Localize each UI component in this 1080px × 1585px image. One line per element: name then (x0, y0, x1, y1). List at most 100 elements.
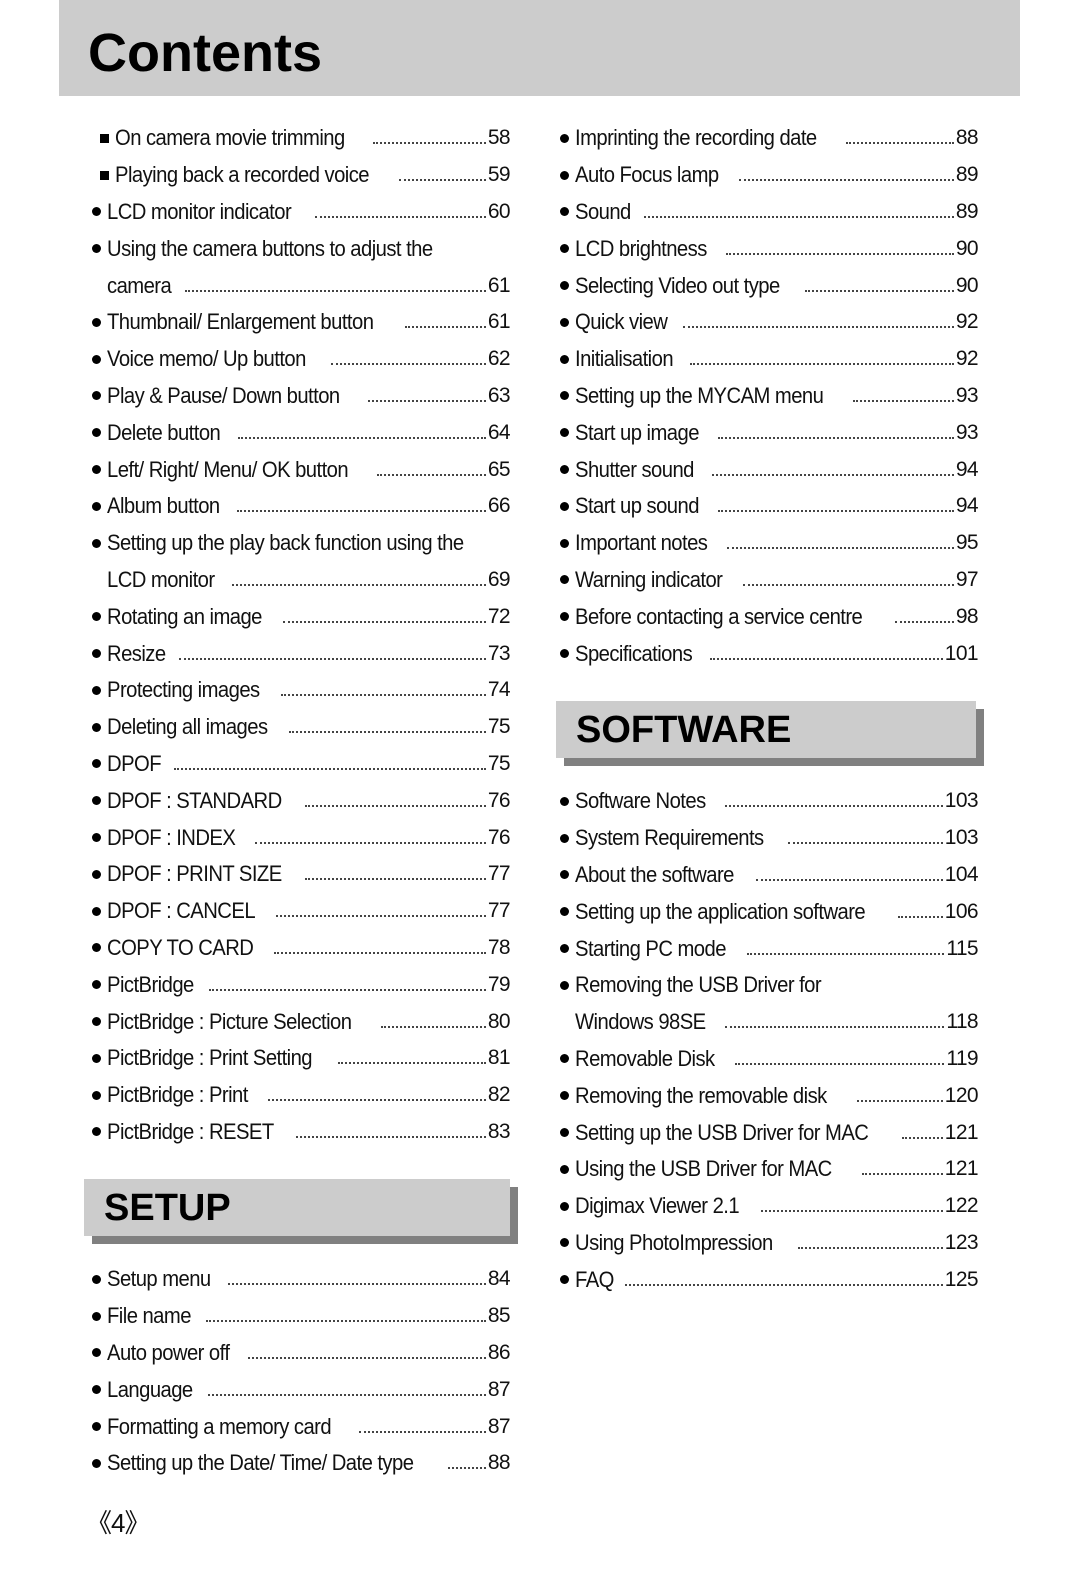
toc-entry[interactable]: System Requirements 103 (560, 820, 979, 857)
bullet-icon (92, 391, 101, 401)
dot-leader (296, 1135, 486, 1138)
toc-entry[interactable]: Removable Disk 119 (560, 1041, 979, 1078)
toc-entry-line: Windows 98SE 118 (560, 1004, 979, 1041)
toc-entry[interactable]: Deleting all images 75 (92, 709, 511, 746)
toc-entry[interactable]: Imprinting the recording date 88 (560, 120, 979, 157)
toc-entry-page: 103 (944, 789, 979, 813)
toc-entry[interactable]: DPOF : CANCEL 77 (92, 893, 511, 930)
toc-entry[interactable]: About the software 104 (560, 857, 979, 894)
toc-entry[interactable]: Quick view 92 (560, 304, 979, 341)
toc-entry[interactable]: File name 85 (92, 1298, 511, 1335)
toc-entry-title: DPOF : STANDARD (107, 787, 282, 813)
toc-entry[interactable]: Auto Focus lamp 89 (560, 157, 979, 194)
dot-leader (227, 1283, 486, 1286)
toc-entry[interactable]: PictBridge : Print Setting 81 (92, 1040, 511, 1077)
toc-entry[interactable]: Setting up the application software 106 (560, 893, 979, 930)
toc-entry[interactable]: COPY TO CARD 78 (92, 930, 511, 967)
toc-entry-page: 75 (487, 751, 511, 775)
toc-entry-title: Playing back a recorded voice (115, 162, 370, 188)
toc-entry-page: 98 (955, 604, 979, 628)
toc-entry-page: 92 (955, 310, 979, 334)
toc-entry[interactable]: Setting up the play back function using … (92, 525, 511, 599)
toc-entry[interactable]: Thumbnail/ Enlargement button 61 (92, 304, 511, 341)
bullet-icon (560, 170, 569, 180)
bullet-icon (560, 1091, 569, 1101)
toc-entry[interactable]: DPOF : PRINT SIZE 77 (92, 856, 511, 893)
toc-entry[interactable]: Removing the removable disk 120 (560, 1077, 979, 1114)
toc-entry[interactable]: Selecting Video out type 90 (560, 267, 979, 304)
toc-entry[interactable]: PictBridge 79 (92, 966, 511, 1003)
toc-list: On camera movie trimming 58 Playing back a… (92, 120, 511, 1151)
toc-entry-page: 94 (955, 494, 979, 518)
toc-entry[interactable]: On camera movie trimming 58 (92, 120, 511, 157)
toc-entry[interactable]: Sound 89 (560, 194, 979, 231)
toc-entry[interactable]: Auto power off 86 (92, 1335, 511, 1372)
toc-entry-page: 93 (955, 420, 979, 444)
toc-entry[interactable]: DPOF : STANDARD 76 (92, 782, 511, 819)
toc-entry-title: Specifications (575, 640, 693, 666)
toc-entry[interactable]: Start up image 93 (560, 414, 979, 451)
toc-entry-page: 120 (944, 1083, 979, 1107)
toc-entry[interactable]: DPOF 75 (92, 746, 511, 783)
toc-entry[interactable]: Setting up the Date/ Time/ Date type 88 (92, 1445, 511, 1482)
toc-setup-column: Setup menu 84 File name 85 Auto power off 86 L… (92, 1261, 511, 1482)
toc-entry[interactable]: Protecting images 74 (92, 672, 511, 709)
toc-entry[interactable]: PictBridge : RESET 83 (92, 1114, 511, 1151)
toc-entry[interactable]: FAQ 125 (560, 1261, 979, 1298)
toc-entry[interactable]: Warning indicator 97 (560, 562, 979, 599)
toc-entry[interactable]: Software Notes 103 (560, 783, 979, 820)
toc-entry[interactable]: Removing the USB Driver for Windows 98SE 1… (560, 967, 979, 1041)
toc-entry[interactable]: Playing back a recorded voice 59 (92, 157, 511, 194)
dot-leader (238, 436, 486, 439)
toc-entry[interactable]: DPOF : INDEX 76 (92, 819, 511, 856)
toc-entry[interactable]: Formatting a memory card 87 (92, 1408, 511, 1445)
toc-entry[interactable]: Setting up the MYCAM menu 93 (560, 378, 979, 415)
toc-entry[interactable]: Album button 66 (92, 488, 511, 525)
bullet-icon (560, 354, 569, 364)
toc-entry[interactable]: LCD monitor indicator 60 (92, 194, 511, 231)
toc-entry-line: Using the camera buttons to adjust the (92, 230, 510, 267)
toc-entry[interactable]: Left/ Right/ Menu/ OK button 65 (92, 451, 511, 488)
toc-entry[interactable]: Initialisation 92 (560, 341, 979, 378)
toc-entry-title: Voice memo/ Up button (107, 346, 306, 372)
toc-entry[interactable]: Digimax Viewer 2.1 122 (560, 1188, 979, 1225)
toc-entry[interactable]: PictBridge : Picture Selection 80 (92, 1003, 511, 1040)
toc-entry[interactable]: Shutter sound 94 (560, 451, 979, 488)
toc-entry[interactable]: Setup menu 84 (92, 1261, 511, 1298)
bullet-icon (560, 649, 569, 659)
toc-entry[interactable]: Important notes 95 (560, 525, 979, 562)
toc-entry[interactable]: Rotating an image 72 (92, 598, 511, 635)
toc-entry[interactable]: Language 87 (92, 1371, 511, 1408)
toc-entry[interactable]: Play & Pause/ Down button 63 (92, 378, 511, 415)
dot-leader (862, 1173, 943, 1176)
dot-leader (283, 620, 486, 623)
toc-entry-title: Delete button (107, 419, 221, 445)
toc-entry[interactable]: Using PhotoImpression 123 (560, 1225, 979, 1262)
toc-entry[interactable]: Resize 73 (92, 635, 511, 672)
toc-entry[interactable]: Start up sound 94 (560, 488, 979, 525)
toc-entry[interactable]: Delete button 64 (92, 414, 511, 451)
toc-entry-page: 80 (487, 1009, 511, 1033)
toc-entry-page: 119 (946, 1046, 978, 1070)
toc-entry-title: Setting up the USB Driver for MAC (575, 1119, 869, 1145)
toc-entry-page: 82 (487, 1083, 511, 1107)
toc-entry-page: 125 (944, 1267, 979, 1291)
bullet-icon (92, 1274, 101, 1284)
toc-software-column: Software Notes 103 System Requirements 103 A… (560, 783, 979, 1298)
toc-entry[interactable]: PictBridge : Print 82 (92, 1077, 511, 1114)
toc-entry-page: 79 (487, 972, 511, 996)
toc-entry[interactable]: Using the USB Driver for MAC 121 (560, 1151, 979, 1188)
toc-entry[interactable]: Starting PC mode 115 (560, 930, 979, 967)
toc-entry[interactable]: Voice memo/ Up button 62 (92, 341, 511, 378)
toc-entry-title: Auto Focus lamp (575, 162, 719, 188)
dot-leader (248, 1356, 486, 1359)
dot-leader (358, 1430, 486, 1433)
toc-entry[interactable]: Specifications 101 (560, 635, 979, 672)
dot-leader (178, 657, 486, 660)
bullet-icon (92, 796, 101, 806)
toc-entry[interactable]: Before contacting a service centre 98 (560, 598, 979, 635)
toc-entry[interactable]: Using the camera buttons to adjust the ca… (92, 230, 511, 304)
toc-entry-title: Resize (107, 640, 166, 666)
toc-entry[interactable]: Setting up the USB Driver for MAC 121 (560, 1114, 979, 1151)
toc-entry[interactable]: LCD brightness 90 (560, 230, 979, 267)
